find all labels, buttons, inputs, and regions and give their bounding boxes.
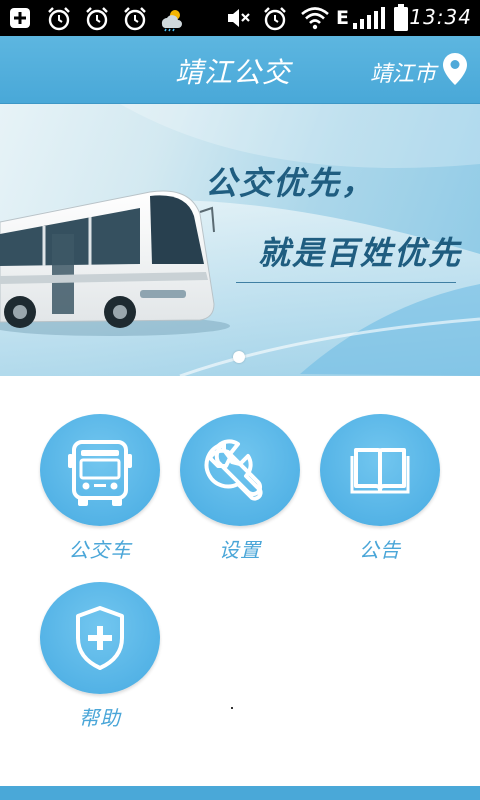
location-pin-icon[interactable] <box>442 52 468 90</box>
shield-plus-icon <box>76 606 124 670</box>
menu-item-bus[interactable]: 公交车 <box>38 414 162 574</box>
alarm-icon <box>262 6 288 36</box>
banner-slogan-line2: 就是百姓优先 <box>258 234 463 272</box>
wrench-icon <box>204 439 263 501</box>
bottom-bar <box>0 786 480 800</box>
app-screen: E 13:34 靖江公交 靖江市 公交优先， 就是百姓优先 公交车 设置 公告 … <box>0 0 480 800</box>
book-icon <box>350 448 410 494</box>
menu-circle-bus[interactable] <box>40 414 160 526</box>
slogan-divider <box>236 282 456 283</box>
menu-item-settings[interactable]: 设置 <box>178 414 302 574</box>
status-time: 13:34 <box>409 5 472 29</box>
menu-label-settings: 设置 <box>219 538 261 562</box>
title-bar: 靖江公交 靖江市 <box>0 36 480 104</box>
menu-item-notice[interactable]: 公告 <box>318 414 442 574</box>
wifi-icon <box>300 6 330 34</box>
alarm-icon <box>122 6 148 36</box>
mute-icon <box>226 6 252 34</box>
menu-item-help[interactable]: 帮助 <box>38 582 162 742</box>
menu-circle-settings[interactable] <box>180 414 300 526</box>
city-selector[interactable]: 靖江市 <box>370 56 436 88</box>
menu-circle-notice[interactable] <box>320 414 440 526</box>
alarm-icon <box>46 6 72 36</box>
menu-label-bus: 公交车 <box>68 538 132 562</box>
decorative-dot <box>231 707 233 709</box>
status-bar: E 13:34 <box>0 0 480 36</box>
menu-circle-help[interactable] <box>40 582 160 694</box>
menu-label-notice: 公告 <box>359 538 401 562</box>
alarm-icon <box>84 6 110 36</box>
add-notification-icon <box>8 6 32 34</box>
promo-banner[interactable]: 公交优先， 就是百姓优先 <box>0 104 480 376</box>
signal-icon <box>352 6 386 34</box>
banner-slogan-line1: 公交优先， <box>205 164 376 202</box>
banner-page-indicator[interactable] <box>233 351 245 363</box>
app-title: 靖江公交 <box>175 56 292 89</box>
menu-label-help: 帮助 <box>79 706 121 730</box>
network-type-label: E <box>336 7 349 29</box>
weather-icon <box>158 6 184 36</box>
bus-icon <box>68 440 132 506</box>
battery-icon <box>393 4 409 36</box>
